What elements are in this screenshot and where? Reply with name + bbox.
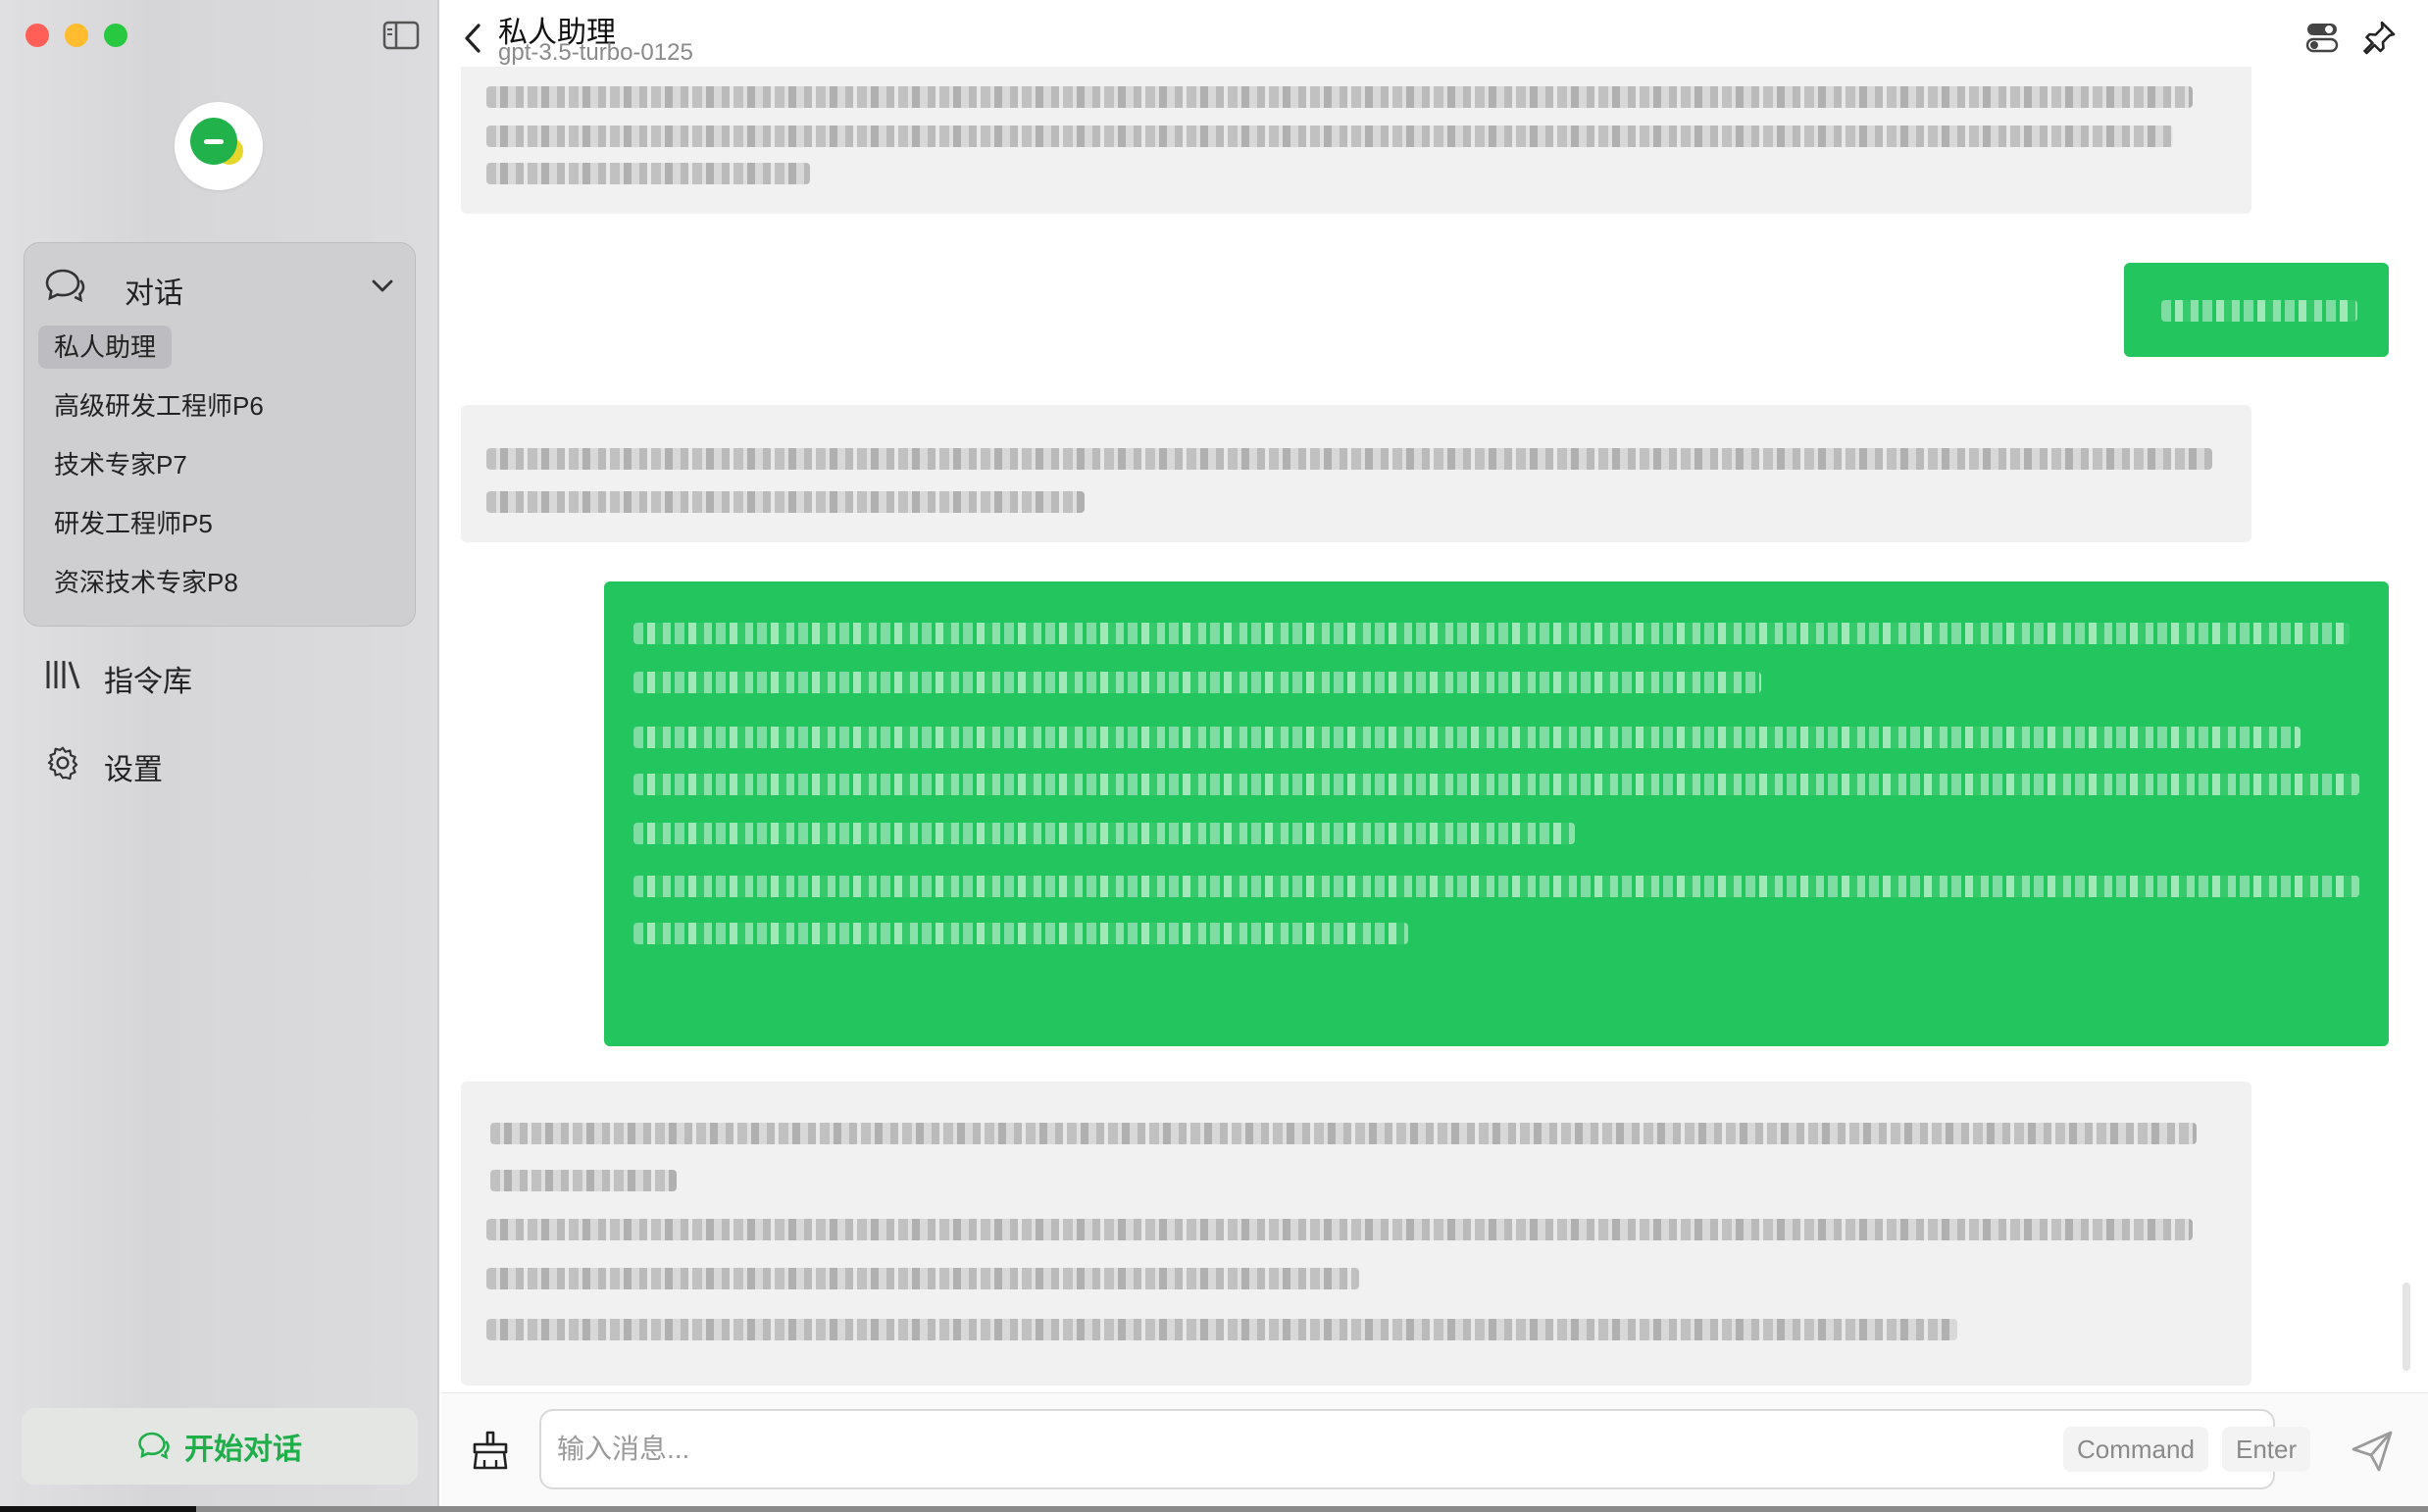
chevron-down-icon[interactable]	[368, 271, 397, 300]
enter-key-hint: Enter	[2222, 1427, 2311, 1472]
conversation-item-senior-tech-expert-p8[interactable]: 资深技术专家P8	[38, 561, 254, 604]
conversation-item-engineer-p5[interactable]: 研发工程师P5	[38, 502, 228, 545]
toggle-switch-icon[interactable]	[2304, 20, 2340, 55]
broom-clear-icon[interactable]	[469, 1429, 512, 1472]
conversation-item-senior-engineer-p6[interactable]: 高级研发工程师P6	[38, 384, 279, 428]
chat-header: 私人助理 gpt-3.5-turbo-0125	[441, 0, 2428, 67]
assistant-message	[461, 405, 2251, 542]
command-key-hint: Command	[2063, 1427, 2208, 1472]
start-conversation-label: 开始对话	[184, 1434, 302, 1466]
conversation-group-header[interactable]: 对话	[44, 263, 397, 310]
desktop-edge	[0, 1506, 2428, 1512]
message-input[interactable]	[539, 1409, 2275, 1489]
user-message	[2124, 263, 2389, 357]
send-icon[interactable]	[2350, 1429, 2395, 1474]
gear-icon	[47, 746, 78, 781]
chat-bubbles-icon	[138, 1432, 170, 1460]
library-icon	[46, 661, 80, 689]
chat-scrollbar[interactable]	[2403, 1283, 2410, 1371]
user-message	[604, 581, 2389, 1046]
start-conversation-button[interactable]: 开始对话	[22, 1408, 418, 1485]
assistant-message	[461, 1082, 2251, 1386]
back-chevron-icon[interactable]	[461, 22, 484, 55]
conversation-item-tech-expert-p7[interactable]: 技术专家P7	[38, 443, 203, 486]
assistant-message	[461, 67, 2251, 214]
close-window-button[interactable]	[25, 24, 49, 47]
conversation-item-private-assistant[interactable]: 私人助理	[38, 326, 173, 369]
input-bar: Command Enter	[441, 1392, 2428, 1506]
app-window: 对话 私人助理 高级研发工程师P6 技术专家P7 研发工程师P5 资深技术专家P…	[0, 0, 2428, 1508]
sidebar: 对话 私人助理 高级研发工程师P6 技术专家P7 研发工程师P5 资深技术专家P…	[0, 0, 439, 1506]
pin-icon[interactable]	[2361, 20, 2397, 55]
nav-label-settings: 设置	[104, 754, 163, 786]
chat-bubbles-icon	[45, 269, 85, 303]
chat-messages[interactable]	[441, 67, 2428, 1392]
nav-label-prompt-library: 指令库	[104, 666, 192, 698]
model-name: gpt-3.5-turbo-0125	[498, 39, 693, 66]
app-logo	[175, 102, 263, 190]
minimize-window-button[interactable]	[65, 24, 88, 47]
conversation-group: 对话 私人助理 高级研发工程师P6 技术专家P7 研发工程师P5 资深技术专家P…	[24, 242, 416, 627]
sidebar-toggle-icon[interactable]	[382, 20, 420, 51]
conversation-group-label: 对话	[125, 277, 183, 310]
zoom-window-button[interactable]	[104, 24, 127, 47]
